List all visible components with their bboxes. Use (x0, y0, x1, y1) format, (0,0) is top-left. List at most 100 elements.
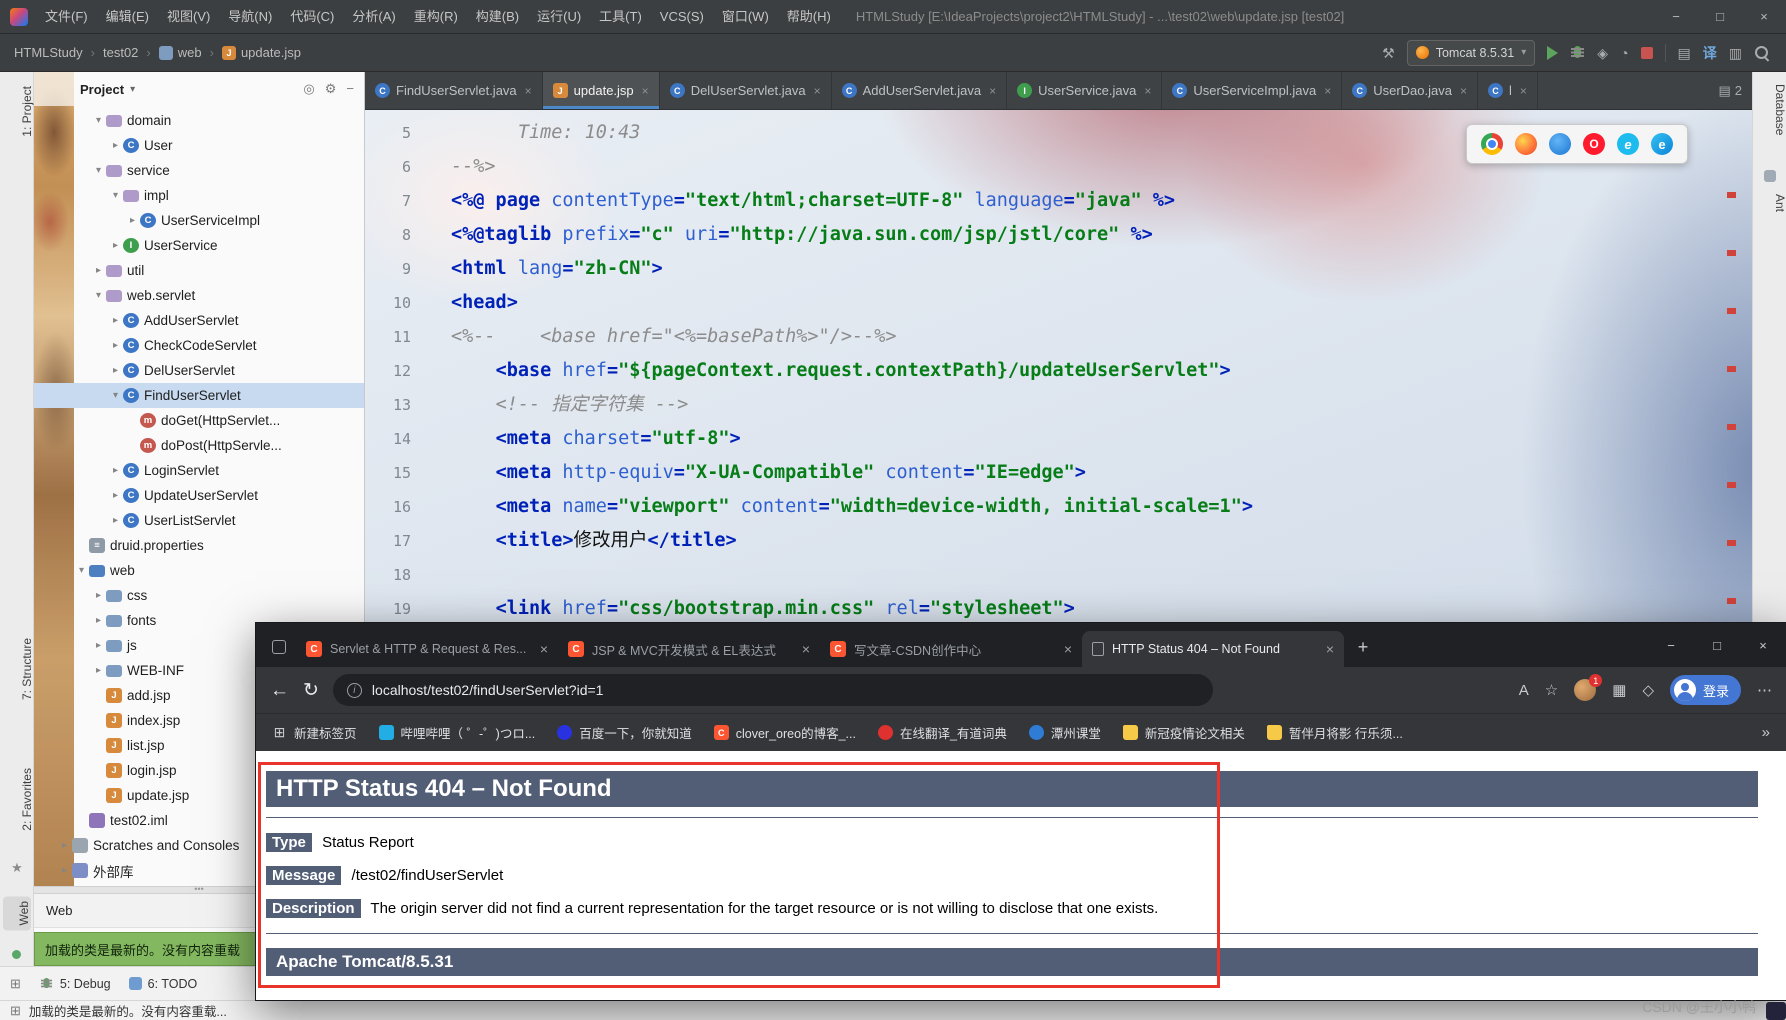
tree-chevron-icon[interactable]: ▾ (74, 565, 89, 576)
code-line[interactable]: 13 <!-- 指定字符集 --> (365, 388, 1752, 422)
tool-button-favorites[interactable]: 2: Favorites (0, 768, 34, 831)
run-button[interactable] (1547, 46, 1558, 60)
menubar-item[interactable]: 导航(N) (219, 0, 281, 34)
bookmark-item[interactable]: 潭州课堂 (1029, 723, 1101, 742)
attach-icon[interactable]: ▤ (1678, 46, 1691, 60)
tree-item[interactable]: ▾web (34, 558, 364, 583)
menubar-item[interactable]: 运行(U) (528, 0, 590, 34)
tree-item[interactable]: ▾impl (34, 183, 364, 208)
tree-item[interactable]: ▸CLoginServlet (34, 458, 364, 483)
url-text[interactable]: localhost/test02/findUserServlet?id=1 (372, 682, 604, 698)
code-line[interactable]: 14 <meta charset="utf-8"> (365, 422, 1752, 456)
bookmark-item[interactable]: ⊞新建标签页 (272, 723, 357, 742)
shield-icon[interactable]: ◇ (1642, 683, 1654, 698)
tree-chevron-icon[interactable]: ▸ (91, 665, 106, 676)
menubar-item[interactable]: 帮助(H) (778, 0, 840, 34)
minimize-button[interactable]: − (1654, 0, 1698, 34)
browser-minimize-button[interactable]: − (1648, 623, 1694, 667)
menubar-item[interactable]: 构建(B) (467, 0, 528, 34)
code-line[interactable]: 15 <meta http-equiv="X-UA-Compatible" co… (365, 456, 1752, 490)
tree-chevron-icon[interactable]: ▸ (57, 865, 72, 876)
tab-close-icon[interactable]: × (989, 84, 996, 98)
bookmark-item[interactable]: 在线翻译_有道词典 (878, 723, 1007, 742)
browser-tab[interactable]: CJSP & MVC开发模式 & EL表达式× (558, 631, 820, 667)
tree-chevron-icon[interactable]: ▸ (108, 315, 123, 326)
tree-item[interactable]: ▾service (34, 158, 364, 183)
stop-button[interactable] (1641, 47, 1653, 59)
tool-button-web[interactable]: Web (3, 896, 31, 930)
tree-chevron-icon[interactable]: ▸ (91, 590, 106, 601)
code-line[interactable]: 19 <link href="css/bootstrap.min.css" re… (365, 592, 1752, 626)
tree-item[interactable]: ▸CCheckCodeServlet (34, 333, 364, 358)
tool-window-switcher-icon[interactable]: ⊞ (10, 1003, 21, 1019)
tree-item[interactable]: ▸CUser (34, 133, 364, 158)
web-panel-title[interactable]: Web (46, 903, 73, 918)
tree-chevron-icon[interactable]: ▸ (91, 615, 106, 626)
breadcrumb-item[interactable]: test02 (103, 45, 138, 60)
tree-item[interactable]: ▸CUserListServlet (34, 508, 364, 533)
tree-item[interactable]: ▸CAddUserServlet (34, 308, 364, 333)
menubar-item[interactable]: 窗口(W) (713, 0, 778, 34)
code-line[interactable]: 16 <meta name="viewport" content="width=… (365, 490, 1752, 524)
tree-chevron-icon[interactable]: ▸ (108, 490, 123, 501)
tab-close-icon[interactable]: × (525, 84, 532, 98)
tree-chevron-icon[interactable]: ▾ (91, 165, 106, 176)
translate-icon[interactable]: 译 (1703, 43, 1717, 63)
browser-tab[interactable]: CServlet & HTTP & Request & Res...× (296, 631, 558, 667)
tab-close-icon[interactable]: × (802, 641, 810, 657)
tree-chevron-icon[interactable]: ▸ (108, 340, 123, 351)
settings-gear-icon[interactable]: ⚙ (325, 81, 337, 97)
menubar-item[interactable]: 分析(A) (343, 0, 404, 34)
coverage-button[interactable]: ◈ (1597, 46, 1608, 60)
tree-item[interactable]: ▸css (34, 583, 364, 608)
safari-icon[interactable] (1549, 133, 1571, 155)
menubar-item[interactable]: 代码(C) (281, 0, 343, 34)
locate-file-icon[interactable]: ◎ (303, 81, 314, 97)
tree-chevron-icon[interactable]: ▸ (108, 140, 123, 151)
bookmark-item[interactable]: Cclover_oreo的博客_... (714, 723, 856, 742)
services-dot-icon[interactable] (12, 950, 21, 959)
browser-close-button[interactable]: × (1740, 623, 1786, 667)
breadcrumb-item[interactable]: HTMLStudy (14, 45, 83, 60)
tab-close-icon[interactable]: × (540, 641, 548, 657)
bookmark-item[interactable]: 百度一下，你就知道 (557, 723, 692, 742)
breadcrumb-item[interactable]: Jupdate.jsp (222, 45, 301, 60)
edge-icon[interactable]: e (1651, 133, 1673, 155)
menubar-item[interactable]: 重构(R) (405, 0, 467, 34)
tab-close-icon[interactable]: × (1520, 84, 1527, 98)
read-aloud-icon[interactable]: A (1519, 683, 1529, 698)
collections-icon[interactable]: ▦ (1612, 683, 1626, 698)
error-stripe-marks[interactable] (1727, 140, 1736, 685)
menubar-item[interactable]: 文件(F) (36, 0, 97, 34)
firefox-icon[interactable] (1515, 133, 1537, 155)
tab-search-icon[interactable] (266, 634, 292, 660)
wrench-icon[interactable]: ⚒ (1382, 46, 1395, 60)
close-button[interactable]: × (1742, 0, 1786, 34)
maximize-button[interactable]: □ (1698, 0, 1742, 34)
tree-item[interactable]: ▾domain (34, 108, 364, 133)
chrome-icon[interactable] (1481, 133, 1503, 155)
favorites-star-icon[interactable]: ☆ (1545, 683, 1558, 698)
tree-chevron-icon[interactable]: ▸ (108, 465, 123, 476)
tree-item[interactable]: ▸CUpdateUserServlet (34, 483, 364, 508)
tab-close-icon[interactable]: × (1326, 641, 1334, 657)
ie-icon[interactable]: e (1617, 133, 1639, 155)
debug-button[interactable] (1570, 45, 1585, 60)
favorites-star-icon[interactable]: ★ (0, 860, 34, 876)
tool-button-structure[interactable]: 7: Structure (0, 638, 34, 700)
back-icon[interactable]: ← (270, 681, 289, 700)
tree-item[interactable]: ▾CFindUserServlet (34, 383, 364, 408)
browser-menu-icon[interactable]: ⋯ (1757, 683, 1772, 698)
new-tab-button[interactable]: + (1348, 632, 1378, 662)
editor-tab[interactable]: Jupdate.jsp× (543, 72, 660, 109)
tree-chevron-icon[interactable]: ▾ (108, 190, 123, 201)
opera-icon[interactable]: O (1583, 133, 1605, 155)
run-config-select[interactable]: Tomcat 8.5.31 ▾ (1407, 40, 1536, 66)
code-line[interactable]: 17 <title>修改用户</title> (365, 524, 1752, 558)
tree-item[interactable]: ≡druid.properties (34, 533, 364, 558)
code-line[interactable]: 10<head> (365, 286, 1752, 320)
tool-button-database[interactable]: Database (1753, 84, 1786, 135)
todo-tool-button[interactable]: 6: TODO (129, 977, 198, 991)
login-button[interactable]: 登录 (1670, 675, 1741, 705)
code-line[interactable]: 7<%@ page contentType="text/html;charset… (365, 184, 1752, 218)
